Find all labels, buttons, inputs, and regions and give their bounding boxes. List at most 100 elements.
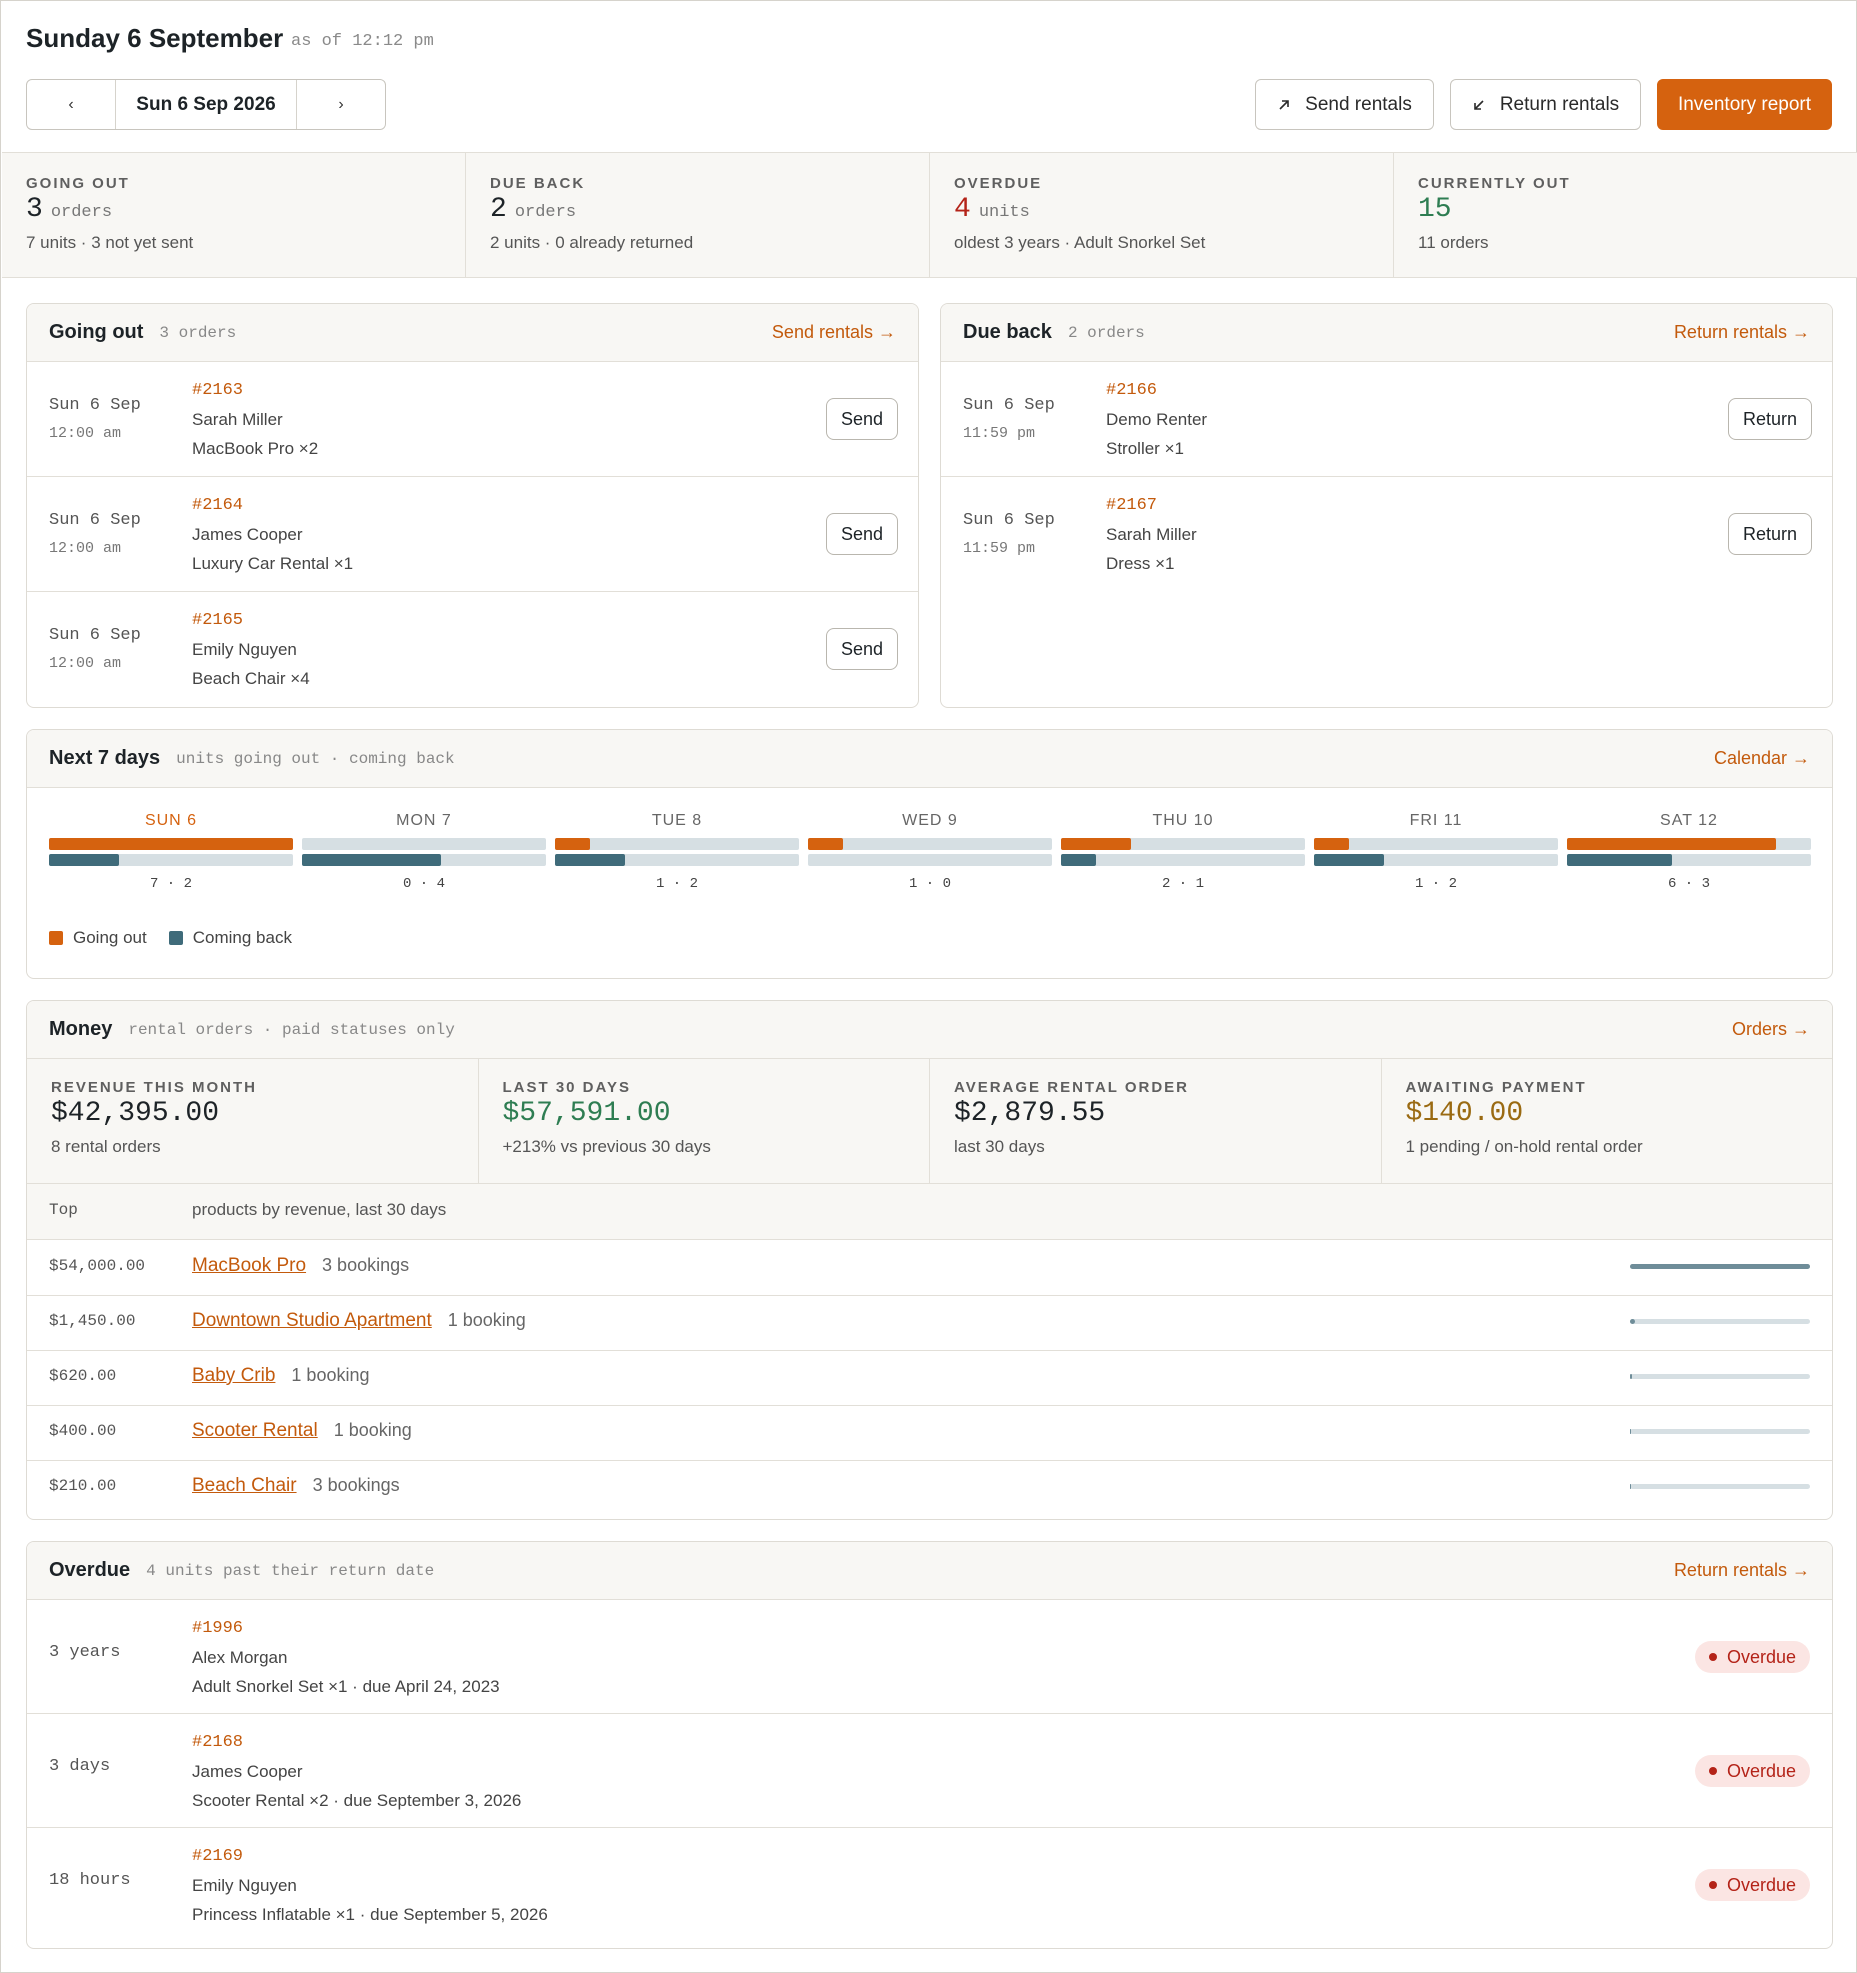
- coming-back-bar: [49, 854, 119, 866]
- stat-unit: orders: [50, 203, 113, 222]
- customer-name: Demo Renter: [1106, 410, 1208, 429]
- send-rentals-button[interactable]: Send rentals: [1255, 79, 1434, 130]
- going-out-panel: Going out 3 orders Send rentals → Sun 6 …: [26, 303, 919, 708]
- order-number[interactable]: #2164: [192, 491, 353, 520]
- current-date-button[interactable]: Sun 6 Sep 2026: [115, 80, 297, 129]
- order-time: 11:59 pm: [963, 540, 1036, 557]
- customer-name: Alex Morgan: [192, 1648, 288, 1667]
- stat-sub: oldest 3 years · Adult Snorkel Set: [954, 233, 1206, 252]
- overdue-panel: Overdue 4 units past their return date R…: [26, 1541, 1833, 1949]
- product-link[interactable]: Beach Chair 3 bookings: [192, 1475, 400, 1497]
- stat-label: OVERDUE: [954, 175, 1043, 192]
- send-rentals-label: Send rentals: [1305, 93, 1412, 115]
- order-time: 12:00 am: [49, 540, 122, 557]
- order-item: Princess Inflatable ×1 · due September 5…: [192, 1905, 548, 1924]
- calendar-link[interactable]: Calendar →: [1714, 748, 1810, 769]
- page-title: Sunday 6 September: [26, 23, 284, 53]
- seven-day-chart: SUN 6 7 · 2 MON 7 0 · 4 TUE 8 1 · 2 WED 9 1 · 0…: [49, 812, 1814, 892]
- order-number[interactable]: #1996: [192, 1614, 500, 1643]
- panel-header: Due back 2 orders Return rentals →: [941, 304, 1832, 362]
- product-name: Scooter Rental: [192, 1420, 318, 1441]
- orders-link[interactable]: Orders →: [1732, 1019, 1810, 1040]
- stat-unit: orders: [514, 203, 577, 222]
- inventory-report-button[interactable]: Inventory report: [1657, 79, 1832, 130]
- day-label: MON 7: [396, 812, 452, 829]
- product-name: Beach Chair: [192, 1475, 297, 1496]
- order-number[interactable]: #2169: [192, 1842, 548, 1871]
- stat-value: $42,395.00: [51, 1098, 220, 1129]
- going-out-track: [808, 838, 1052, 850]
- order-item: Scooter Rental ×2 · due September 3, 202…: [192, 1791, 522, 1810]
- customer-name: Sarah Miller: [192, 410, 283, 429]
- revenue-bar: [1630, 1484, 1631, 1489]
- product-link[interactable]: Scooter Rental 1 booking: [192, 1420, 412, 1442]
- going-out-bar: [555, 838, 590, 850]
- send-button[interactable]: Send: [825, 513, 898, 555]
- order-date: Sun 6 Sep: [49, 396, 141, 415]
- next-day-button[interactable]: ›: [297, 80, 385, 129]
- return-button[interactable]: Return: [1727, 513, 1812, 555]
- stat-last-30-days: LAST 30 DAYS $57,591.00 +213% vs previou…: [479, 1059, 930, 1183]
- order-item: Dress ×1: [1106, 554, 1175, 573]
- panel-subtitle: 4 units past their return date: [146, 1561, 435, 1580]
- order-item: Beach Chair ×4: [192, 669, 310, 688]
- order-number[interactable]: #2167: [1106, 491, 1197, 520]
- send-button[interactable]: Send: [825, 628, 898, 670]
- chart-legend: Going out Coming back: [49, 928, 292, 948]
- customer-name: Emily Nguyen: [192, 640, 297, 659]
- return-rentals-button[interactable]: Return rentals: [1450, 79, 1641, 130]
- return-rentals-link[interactable]: Return rentals →: [1674, 322, 1810, 343]
- overdue-row: 3 days #2168 James Cooper Scooter Rental…: [27, 1714, 1832, 1828]
- order-number[interactable]: #2168: [192, 1728, 521, 1757]
- product-link[interactable]: Downtown Studio Apartment 1 booking: [192, 1310, 526, 1332]
- return-button[interactable]: Return: [1727, 398, 1812, 440]
- day-counts: 2 · 1: [1161, 876, 1204, 892]
- order-date: Sun 6 Sep: [49, 626, 141, 645]
- money-stats: REVENUE THIS MONTH $42,395.00 8 rental o…: [27, 1059, 1832, 1184]
- order-date: Sun 6 Sep: [963, 396, 1055, 415]
- order-number[interactable]: #2165: [192, 606, 310, 635]
- due-back-panel: Due back 2 orders Return rentals → Sun 6…: [940, 303, 1833, 708]
- revenue-bar: [1630, 1429, 1631, 1434]
- customer-name: James Cooper: [192, 525, 303, 544]
- revenue-bar: [1630, 1374, 1632, 1379]
- product-bookings: 1 booking: [291, 1365, 370, 1385]
- order-number[interactable]: #2163: [192, 376, 318, 405]
- overdue-badge: Overdue: [1694, 1869, 1810, 1901]
- going-out-bar: [49, 838, 293, 850]
- send-button[interactable]: Send: [825, 398, 898, 440]
- overdue-age: 3 days: [49, 1757, 111, 1776]
- coming-back-track: [808, 854, 1052, 866]
- stat-value: $57,591.00: [502, 1098, 671, 1129]
- product-link[interactable]: MacBook Pro 3 bookings: [192, 1255, 409, 1277]
- panel-title: Going out: [49, 321, 144, 343]
- customer-name: Emily Nguyen: [192, 1876, 297, 1895]
- coming-back-track: [49, 854, 293, 866]
- day-counts: 1 · 0: [908, 876, 951, 892]
- order-number[interactable]: #2166: [1106, 376, 1207, 405]
- top-label: Top: [49, 1201, 78, 1219]
- order-date: Sun 6 Sep: [963, 511, 1055, 530]
- product-link[interactable]: Baby Crib 1 booking: [192, 1365, 370, 1387]
- stat-sub: 1 pending / on-hold rental order: [1405, 1137, 1643, 1156]
- coming-back-track: [1567, 854, 1811, 866]
- stat-sub: 8 rental orders: [51, 1137, 161, 1156]
- product-name: Baby Crib: [192, 1365, 276, 1386]
- return-rentals-link[interactable]: Return rentals →: [1674, 1560, 1810, 1581]
- product-name: Downtown Studio Apartment: [192, 1310, 432, 1331]
- prev-day-button[interactable]: ‹: [27, 80, 115, 129]
- order-item: MacBook Pro ×2: [192, 439, 319, 458]
- day-counts: 0 · 4: [402, 876, 445, 892]
- revenue-bar-track: [1630, 1484, 1810, 1489]
- day-counts: 1 · 2: [1414, 876, 1457, 892]
- order-item: Luxury Car Rental ×1: [192, 554, 354, 573]
- order-time: 11:59 pm: [963, 425, 1036, 442]
- overdue-row: 3 years #1996 Alex Morgan Adult Snorkel …: [27, 1600, 1832, 1714]
- send-rentals-link[interactable]: Send rentals →: [772, 322, 896, 343]
- order-row: Sun 6 Sep 11:59 pm #2166 Demo Renter Stro…: [941, 362, 1832, 477]
- overdue-age: 18 hours: [49, 1871, 131, 1890]
- stat-going-out: GOING OUT 3 orders 7 units · 3 not yet se…: [2, 153, 466, 277]
- going-out-track: [302, 838, 546, 850]
- coming-back-bar: [1314, 854, 1384, 866]
- product-bookings: 3 bookings: [322, 1255, 410, 1275]
